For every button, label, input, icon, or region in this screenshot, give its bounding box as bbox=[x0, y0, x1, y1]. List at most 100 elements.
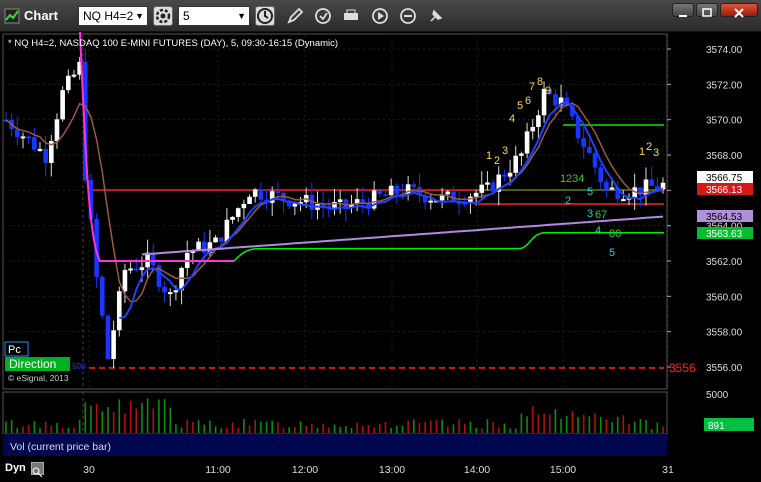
minimize-button[interactable] bbox=[672, 3, 694, 17]
time-tick-label: 13:00 bbox=[379, 464, 405, 476]
play-icon[interactable] bbox=[370, 6, 390, 26]
candle-body bbox=[37, 148, 43, 151]
candle-body bbox=[258, 189, 264, 200]
candle-body bbox=[20, 136, 26, 139]
title-bar: Chart NQ H4=2 ▼ 5 ▼ bbox=[0, 0, 761, 32]
chevron-down-icon[interactable]: ▼ bbox=[135, 7, 144, 25]
volume-value: 891 bbox=[708, 421, 725, 432]
price-tick-label: 3558.00 bbox=[706, 328, 743, 339]
candle-body bbox=[604, 181, 609, 190]
candle-body bbox=[428, 200, 434, 203]
candle-body bbox=[133, 268, 139, 271]
interval-input[interactable]: 5 ▼ bbox=[178, 6, 250, 26]
candle-body bbox=[105, 315, 111, 360]
refresh-icon[interactable] bbox=[313, 6, 333, 26]
candle-body bbox=[116, 291, 122, 331]
annotation-label: 3 bbox=[502, 145, 508, 157]
annotation-label: 3 bbox=[587, 208, 593, 220]
annotation-label: 4 bbox=[595, 225, 601, 237]
annotation-label: 2 bbox=[494, 155, 500, 167]
candle-body bbox=[502, 174, 507, 177]
candle-body bbox=[235, 208, 241, 217]
candle-body bbox=[581, 138, 587, 148]
annotation-label: 7 bbox=[529, 81, 535, 93]
time-tick-label: 31 bbox=[662, 464, 674, 476]
candle-body bbox=[32, 137, 37, 150]
candle-body bbox=[394, 185, 400, 195]
annotation-label: 9 bbox=[545, 85, 551, 97]
time-tick-label: 11:00 bbox=[205, 464, 231, 476]
pin-icon[interactable] bbox=[426, 6, 446, 26]
copyright-text: © eSignal, 2013 bbox=[8, 373, 69, 383]
close-button[interactable] bbox=[720, 3, 758, 18]
candle-body bbox=[252, 189, 258, 197]
candle-body bbox=[332, 201, 337, 208]
candle-body bbox=[485, 182, 490, 185]
time-tick-label: 12:00 bbox=[292, 464, 318, 476]
candle-body bbox=[43, 148, 48, 163]
candle-body bbox=[128, 268, 133, 271]
stop-level-value: 3556 bbox=[669, 361, 696, 375]
candle-body bbox=[15, 129, 20, 138]
maximize-button[interactable] bbox=[696, 3, 718, 17]
candle-body bbox=[530, 126, 536, 132]
direction-value: 500 bbox=[72, 362, 86, 371]
candle-body bbox=[343, 199, 349, 208]
direction-label: Direction bbox=[9, 357, 56, 371]
price-axis: 3574.003572.003570.003568.003566.003564.… bbox=[667, 45, 743, 374]
annotation-label: 5 bbox=[587, 186, 593, 198]
clock-icon[interactable] bbox=[255, 6, 275, 26]
price-chart[interactable]: 3574.003572.003570.003568.003566.003564.… bbox=[0, 31, 761, 459]
chevron-down-icon[interactable]: ▼ bbox=[237, 7, 246, 25]
candle-body bbox=[388, 185, 394, 196]
price-tick-label: 3572.00 bbox=[706, 80, 743, 91]
annotation-label: 8 bbox=[537, 76, 543, 88]
green-level-value: 3563.63 bbox=[706, 229, 743, 240]
volume-max-label: 5000 bbox=[706, 390, 729, 401]
price-tick-label: 3570.00 bbox=[706, 116, 743, 127]
candle-body bbox=[621, 199, 626, 202]
candle-body bbox=[507, 172, 513, 177]
annotation-label: 1 bbox=[486, 150, 492, 162]
candle-body bbox=[122, 269, 128, 292]
time-axis-bar: Dyn 30 11:00 12:00 13:00 14:00 15:00 31 bbox=[0, 459, 761, 481]
candle-body bbox=[445, 191, 451, 195]
annotation-label: 6 bbox=[525, 95, 531, 107]
window-title: Chart bbox=[24, 8, 58, 23]
candle-body bbox=[592, 152, 598, 168]
annotation-label: 5 bbox=[609, 247, 615, 259]
link-icon[interactable] bbox=[398, 6, 418, 26]
gear-icon[interactable] bbox=[153, 6, 173, 26]
pencil-icon[interactable] bbox=[285, 6, 305, 26]
print-icon[interactable] bbox=[341, 6, 361, 26]
candle-body bbox=[598, 167, 603, 182]
annotation-label: 2 bbox=[646, 141, 652, 153]
annotation-label: 7 bbox=[601, 209, 607, 221]
chart-area[interactable]: 3574.003572.003570.003568.003566.003564.… bbox=[0, 31, 761, 459]
symbol-value: NQ H4=2 bbox=[83, 9, 134, 23]
candle-body bbox=[609, 187, 615, 190]
candle-body bbox=[162, 287, 167, 293]
annotation-label: 1 bbox=[639, 146, 645, 158]
price-tick-label: 3574.00 bbox=[706, 45, 743, 56]
candle-body bbox=[224, 219, 230, 242]
price-tick-label: 3560.00 bbox=[706, 292, 743, 303]
candle-body bbox=[490, 182, 496, 192]
candle-body bbox=[275, 191, 281, 194]
time-tick-label: 15:00 bbox=[550, 464, 576, 476]
candle-body bbox=[201, 241, 207, 253]
candle-body bbox=[337, 199, 343, 202]
annotation-label: 3 bbox=[653, 147, 659, 159]
candle-body bbox=[587, 147, 592, 153]
annotation-label: 5 bbox=[517, 100, 523, 112]
candle-body bbox=[173, 290, 179, 293]
candle-body bbox=[218, 237, 224, 242]
pc-label: Pc bbox=[8, 344, 21, 356]
candle-body bbox=[553, 94, 558, 106]
symbol-input[interactable]: NQ H4=2 ▼ bbox=[78, 6, 148, 26]
candle-body bbox=[519, 153, 524, 156]
interval-value: 5 bbox=[183, 9, 190, 23]
candle-body bbox=[377, 190, 383, 195]
chart-app-icon bbox=[4, 8, 20, 24]
candle-body bbox=[473, 192, 479, 197]
